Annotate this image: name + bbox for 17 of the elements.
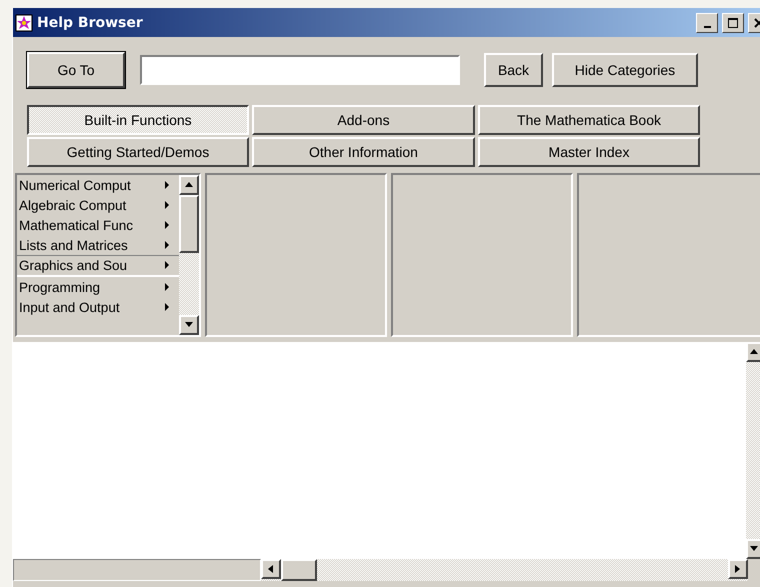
category-tab[interactable]: Built-in Functions [27, 105, 249, 135]
topic-item[interactable]: Mathematical Func [17, 215, 179, 235]
topic-item[interactable]: Graphics and Sou [17, 255, 179, 277]
category-tab[interactable]: The Mathematica Book [478, 105, 700, 135]
topic-item[interactable]: Input and Output [17, 297, 179, 317]
hide-categories-button[interactable]: Hide Categories [552, 53, 698, 87]
topic-item[interactable]: Algebraic Comput [17, 195, 179, 215]
topic-item[interactable]: Programming [17, 277, 179, 297]
topic-item[interactable]: Numerical Comput [17, 175, 179, 195]
category-tab[interactable]: Other Information [252, 137, 475, 167]
topic-item[interactable]: Lists and Matrices [17, 235, 179, 255]
go-to-button[interactable]: Go To [27, 52, 125, 88]
window-title: Help Browser [37, 14, 144, 30]
category-tab[interactable]: Add-ons [252, 105, 475, 135]
category-tab[interactable]: Master Index [478, 137, 700, 167]
back-button[interactable]: Back [484, 53, 543, 87]
category-tab[interactable]: Getting Started/Demos [27, 137, 249, 167]
